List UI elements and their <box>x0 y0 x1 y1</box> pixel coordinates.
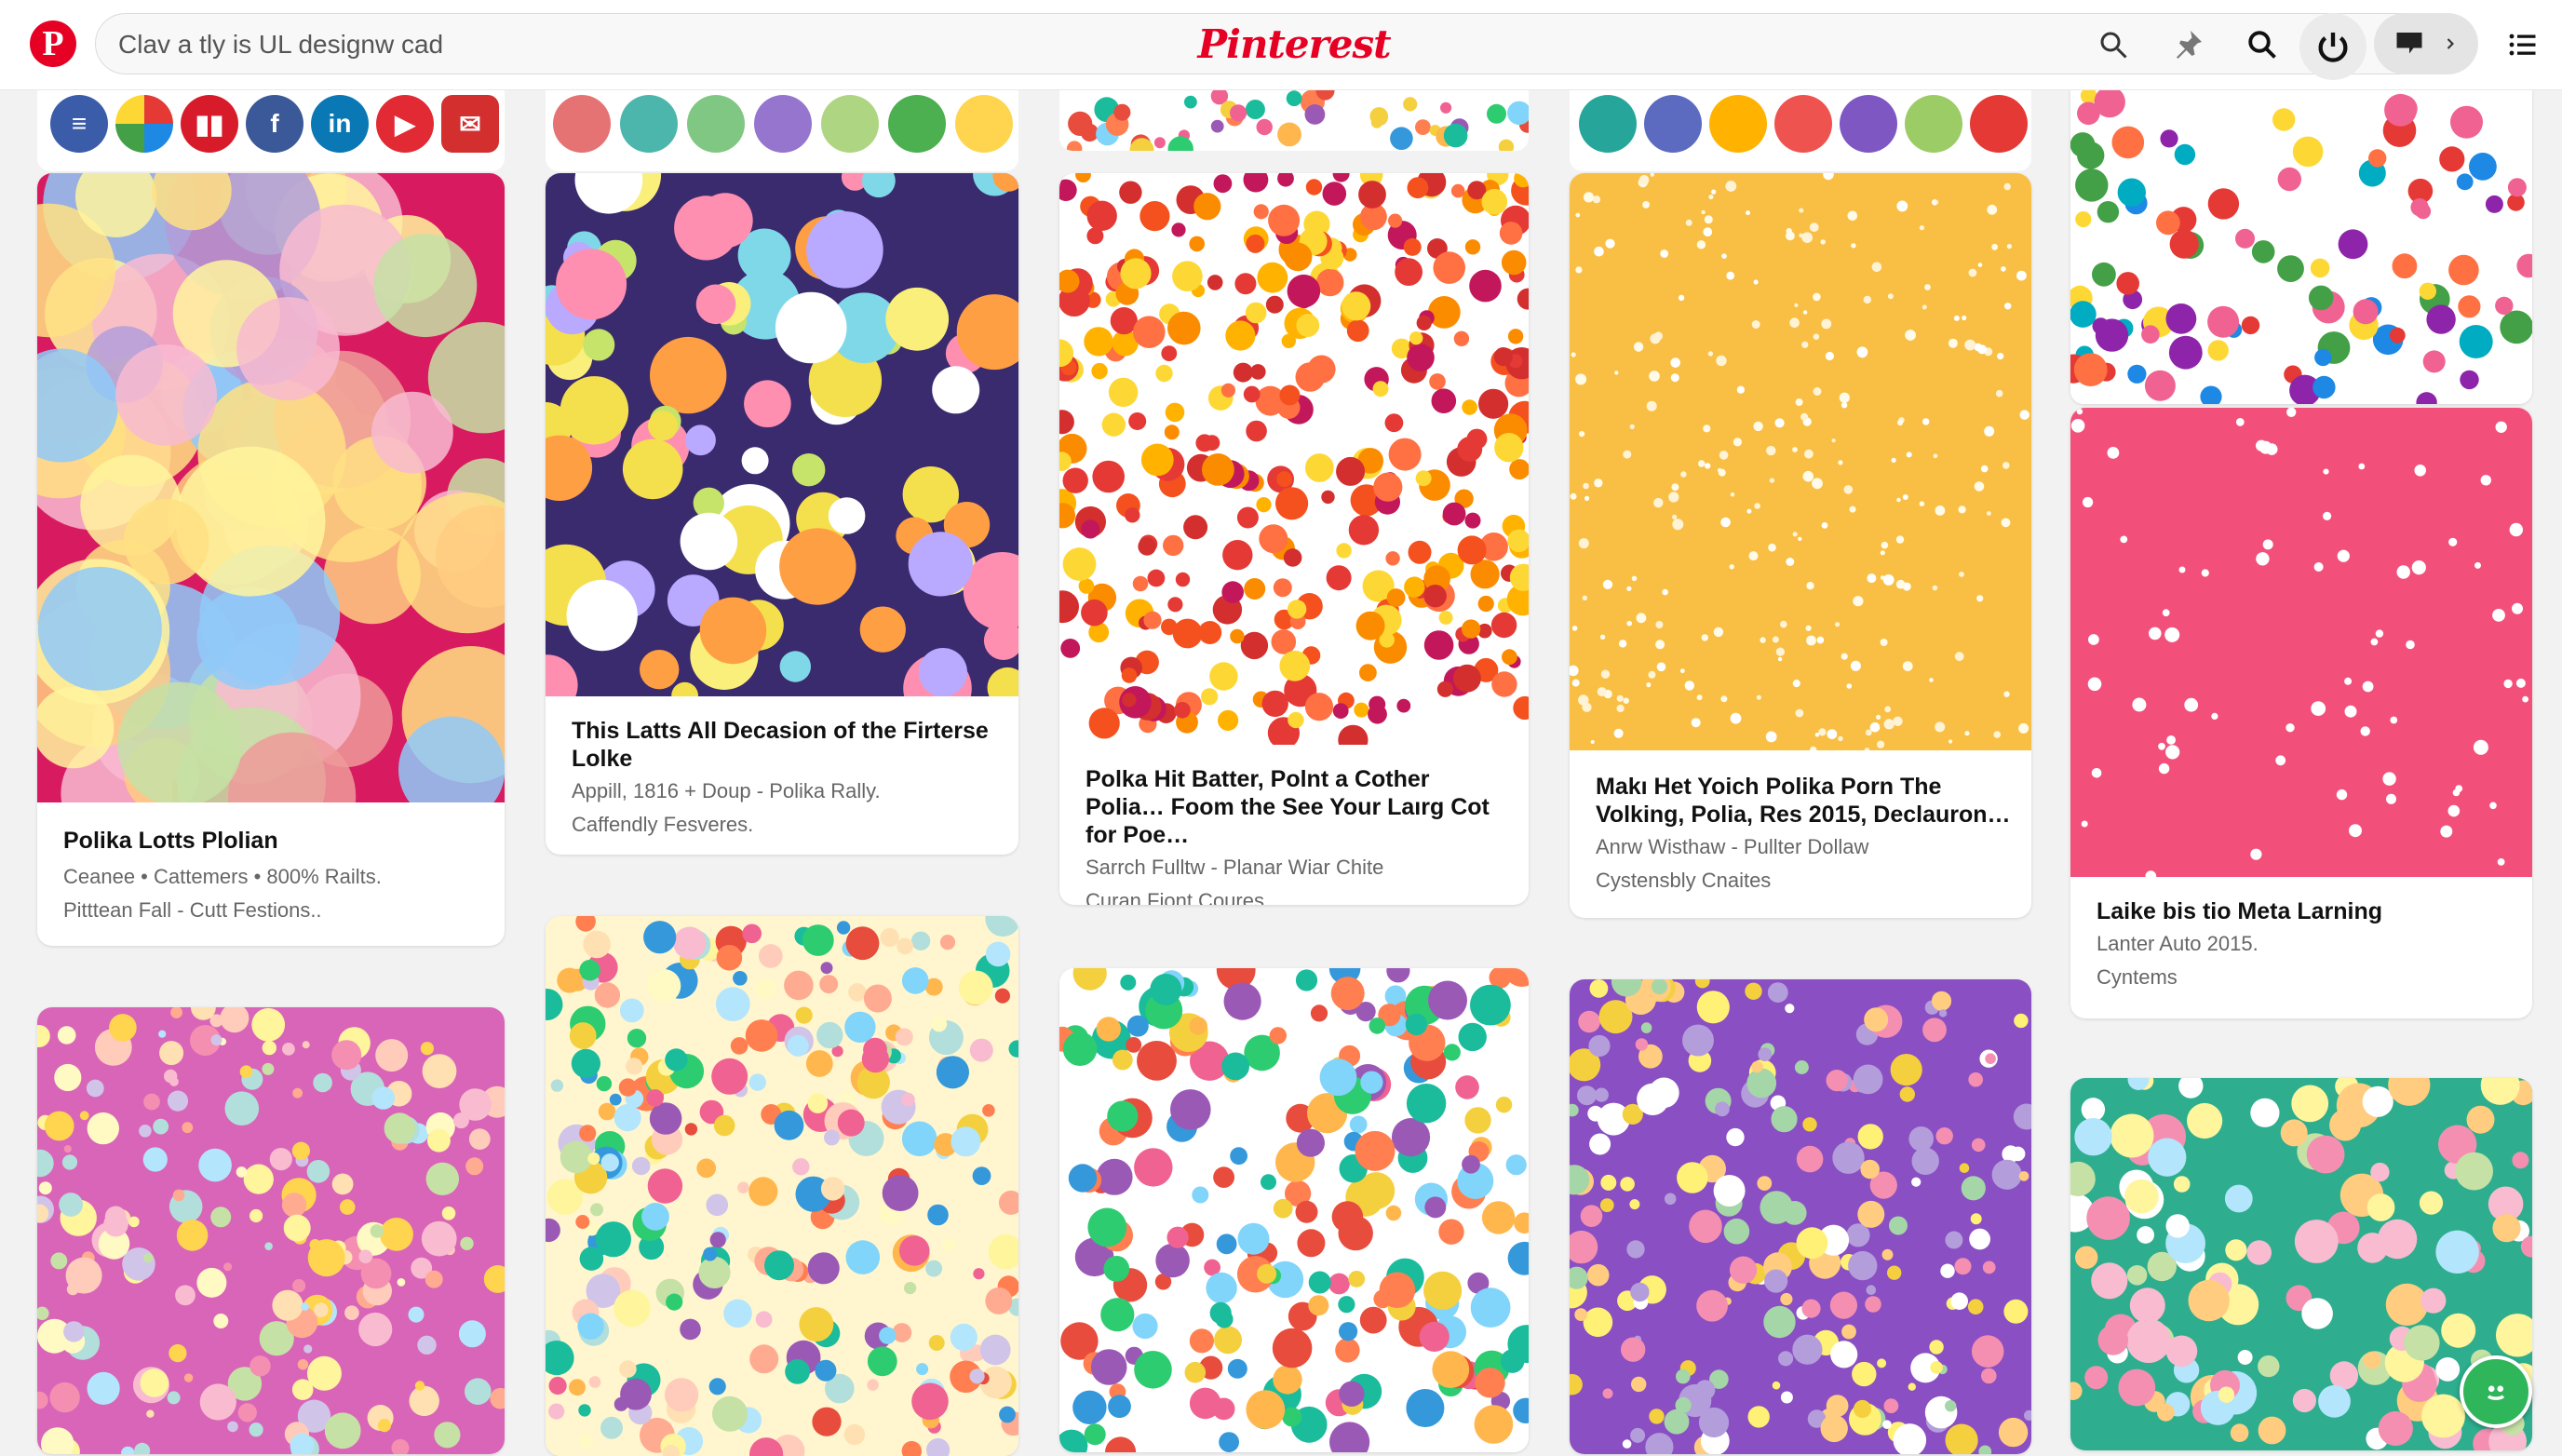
pin-card-9[interactable] <box>1570 979 2031 1454</box>
avatar-strip <box>1570 89 2031 171</box>
board-icon <box>2396 33 2422 54</box>
pin-meta: Pitttean Fall - Cutt Festions.. <box>63 898 322 922</box>
pin-card-8[interactable] <box>1059 968 1529 1452</box>
pin-image <box>37 173 505 802</box>
pin-title: Laike bis tio Meta Larning <box>2097 898 2382 924</box>
avatar-icon[interactable] <box>1644 95 1702 153</box>
pin-card-2[interactable]: This Latts All Decasion of the Firterse … <box>546 173 1018 855</box>
pin-meta: Curan Fiont Coures <box>1085 889 1264 905</box>
bookmark-icon[interactable]: ▮▮ <box>181 95 238 153</box>
avatar-icon[interactable] <box>821 95 879 153</box>
pin-image <box>1570 173 2031 750</box>
pin-meta: Cyntems <box>2097 965 2178 989</box>
search-icon[interactable] <box>2089 20 2137 69</box>
pin-card-1[interactable]: Polika Lotts Plolian Ceanee • Cattemers … <box>37 173 505 946</box>
pin-card-7[interactable] <box>546 916 1018 1456</box>
pin-image <box>546 173 1018 696</box>
pin-card-4[interactable]: Makı Het Yoich Polika Porn The Volking, … <box>1570 173 2031 918</box>
avatar-icon[interactable] <box>1970 95 2028 153</box>
pin-grid: ≡ ▮▮ f in ▶ ✉ Polika Lotts Plolian Ceane… <box>0 0 2562 1456</box>
chevron-right-icon <box>2447 38 2454 49</box>
avatar-icon[interactable] <box>1579 95 1637 153</box>
power-icon <box>2318 33 2348 62</box>
pin-meta: Ceanee • Cattemers • 800% Railts. <box>63 865 382 888</box>
smile-icon <box>2487 1385 2505 1400</box>
dot-pattern-image <box>1059 89 1529 151</box>
avatar-icon[interactable] <box>1840 95 1897 153</box>
pin-title: This Latts All Decasion of the Firterse … <box>572 718 989 772</box>
pin-image <box>1059 173 1529 745</box>
social-strip: ≡ ▮▮ f in ▶ ✉ <box>37 89 505 171</box>
pin-meta: Cystensbly Cnaites <box>1596 869 1772 892</box>
avatar-icon[interactable] <box>888 95 946 153</box>
pattern-strip <box>1059 89 1529 151</box>
menu-icon[interactable] <box>2499 20 2547 69</box>
pin-meta: Sarrch Fulltw - Planar Wiar Chite <box>1085 856 1384 879</box>
linkedin-icon[interactable]: in <box>311 95 369 153</box>
video-icon[interactable]: ▶ <box>376 95 434 153</box>
avatar-icon[interactable] <box>1774 95 1832 153</box>
avatar-icon[interactable] <box>553 95 611 153</box>
avatar-icon[interactable] <box>620 95 678 153</box>
avatar-strip <box>546 89 1018 171</box>
pin-meta: Anrw Wisthaw - Pullter Dollaw <box>1596 835 1869 858</box>
avatar-icon[interactable] <box>1709 95 1767 153</box>
pin-meta: Caffendly Fesveres. <box>572 813 754 836</box>
pin-meta: Lanter Auto 2015. <box>2097 932 2259 955</box>
mail-icon[interactable]: ✉ <box>441 95 499 153</box>
boards-button[interactable] <box>2374 13 2478 74</box>
pin-icon[interactable] <box>2164 20 2212 69</box>
avatar-icon[interactable] <box>1905 95 1962 153</box>
avatar-icon[interactable] <box>754 95 812 153</box>
brand-wordmark[interactable]: Pinterest <box>1197 13 1391 74</box>
pin-title: Makı Het Yoich Polika Porn The Volking, … <box>1596 774 2011 828</box>
search-icon-secondary[interactable] <box>2238 20 2286 69</box>
pin-card-3[interactable]: Polka Hit Batter, Polnt a Cother Polia… … <box>1059 173 1529 905</box>
power-button[interactable] <box>2299 13 2366 80</box>
pin-card-6[interactable] <box>37 1007 505 1454</box>
pin-image <box>546 916 1018 1456</box>
chat-button[interactable] <box>2460 1355 2532 1428</box>
search-input[interactable] <box>116 23 1144 66</box>
pin-image <box>1059 968 1529 1452</box>
pin-card-5-top[interactable] <box>2070 89 2532 404</box>
share-icon[interactable]: ≡ <box>50 95 108 153</box>
pin-image <box>1570 979 2031 1454</box>
pin-title: Polka Hit Batter, Polnt a Cother Polia… … <box>1085 766 1490 848</box>
top-bar: P Pinterest <box>0 0 2562 90</box>
color-wheel-icon[interactable] <box>115 95 173 153</box>
pin-image <box>37 1007 505 1454</box>
pin-image <box>2070 408 2532 877</box>
avatar-icon[interactable] <box>687 95 745 153</box>
pin-card-5[interactable]: Laike bis tio Meta Larning Lanter Auto 2… <box>2070 408 2532 1018</box>
avatar-icon[interactable] <box>955 95 1013 153</box>
pin-meta: Appill, 1816 + Doup - Polika Rally. <box>572 779 881 802</box>
pin-title: Polika Lotts Plolian <box>63 828 278 854</box>
pinterest-logo-icon[interactable]: P <box>30 20 76 67</box>
pin-image <box>2070 89 2532 404</box>
facebook-icon[interactable]: f <box>246 95 303 153</box>
